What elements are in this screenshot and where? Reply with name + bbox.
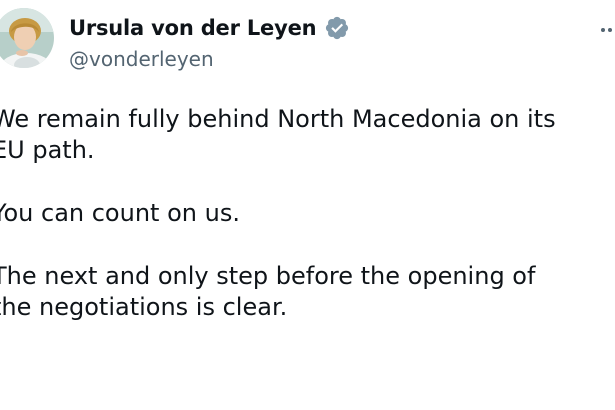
tweet-paragraph: The next and only step before the openin…: [0, 262, 536, 321]
tweet: Ursula von der Leyen @vonderleyen We rem…: [0, 0, 615, 410]
author-display-name[interactable]: Ursula von der Leyen: [69, 16, 317, 40]
tweet-text: We remain fully behind North Macedonia o…: [0, 104, 615, 323]
author-handle[interactable]: @vonderleyen: [69, 47, 214, 71]
tweet-paragraph: We remain fully behind North Macedonia o…: [0, 105, 556, 164]
more-options-icon[interactable]: [599, 22, 615, 38]
author-name-row: Ursula von der Leyen: [69, 12, 350, 44]
avatar[interactable]: [0, 8, 54, 68]
tweet-paragraph: You can count on us.: [0, 199, 240, 227]
verified-badge-icon: [324, 15, 350, 41]
avatar-photo: [0, 8, 54, 68]
